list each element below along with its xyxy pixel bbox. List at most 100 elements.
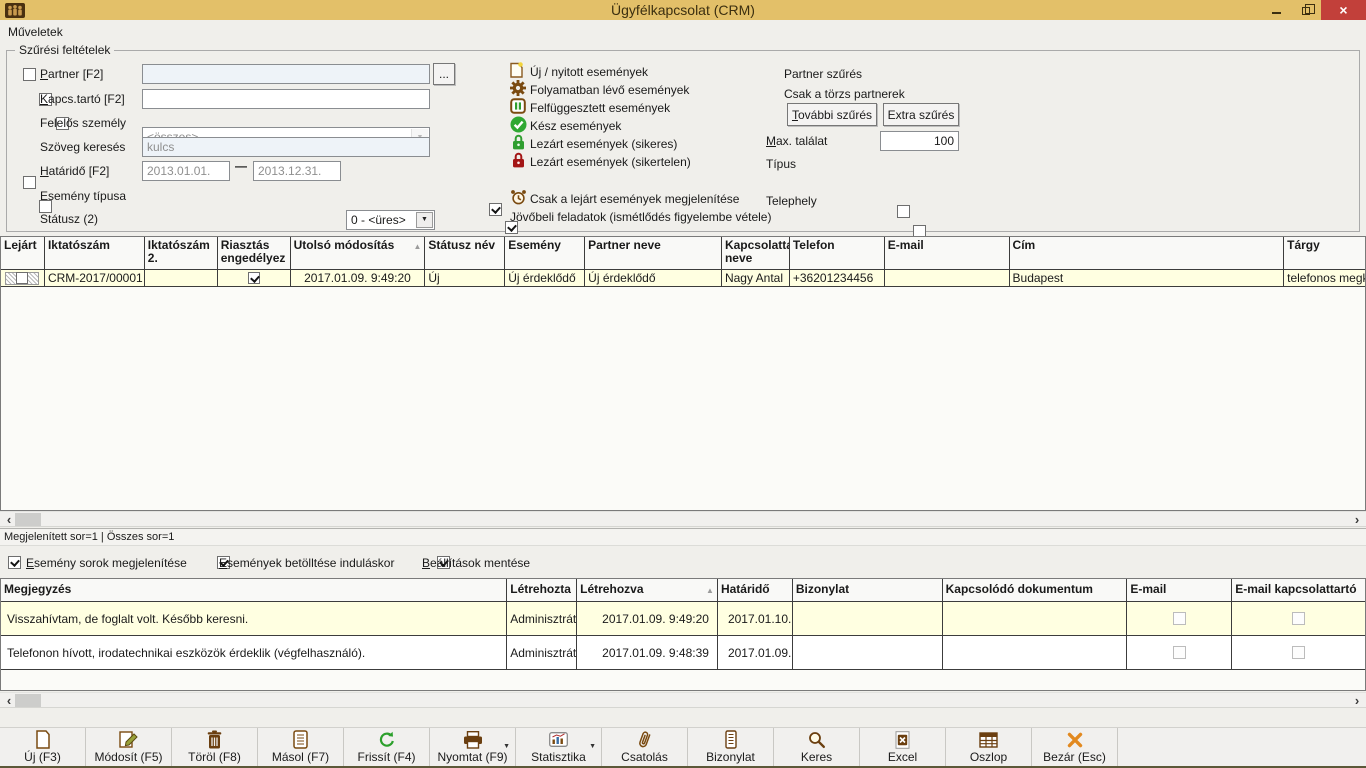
szoveg-input[interactable]: kulcs [142, 137, 430, 157]
row-selector-cell[interactable] [1, 270, 45, 286]
chevron-down-icon[interactable]: ▼ [503, 743, 510, 750]
hatarido-range-dropdown[interactable]: 0 - <üres>▼ [346, 210, 435, 230]
telephely-label: Telephely [766, 194, 817, 208]
col-iktatoszam[interactable]: Iktatószám [45, 237, 145, 269]
cell-letrehozva: 2017.01.09. 9:48:39 [577, 636, 718, 669]
new-page-icon [510, 62, 523, 78]
felelos-label: Felelős személy [40, 116, 126, 130]
email-felelosnek-checkbox[interactable] [1173, 646, 1186, 659]
chevron-down-icon[interactable]: ▼ [589, 743, 596, 750]
partner-input[interactable] [142, 64, 430, 84]
partner-szures-label: Partner szűrés [784, 67, 862, 81]
excel-button[interactable]: Excel [860, 728, 946, 766]
kapcstarto-label: Kapcs.tartó [F2] [40, 92, 125, 106]
col-email[interactable]: E-mail [885, 237, 1010, 269]
excel-icon [894, 730, 911, 749]
cell-email [885, 270, 1010, 286]
close-button[interactable]: × [1321, 0, 1366, 20]
col-hatarido[interactable]: Határidő [718, 579, 793, 601]
scroll-left-icon[interactable]: ‹ [2, 693, 16, 708]
col-kapcsolodo-dokumentum[interactable]: Kapcsolódó dokumentum [943, 579, 1128, 601]
table-grid-icon [979, 730, 998, 749]
col-telefon[interactable]: Telefon [790, 237, 885, 269]
edit-button[interactable]: Módosít (F5) [86, 728, 172, 766]
col-riasztas[interactable]: Riasztás engedélyez [218, 237, 291, 269]
note-row[interactable]: Telefonon hívott, irodatechnikai eszközö… [1, 636, 1365, 670]
szoveg-label: Szöveg keresés [40, 140, 125, 154]
filter-groupbox: Szűrési feltételek Partner [F2] ... Kapc… [6, 50, 1360, 232]
col-letrehozva[interactable]: Létrehozva▲ [577, 579, 718, 601]
col-megjegyzes[interactable]: Megjegyzés [1, 579, 507, 601]
scroll-left-icon[interactable]: ‹ [2, 512, 16, 527]
close-esc-button[interactable]: Bezár (Esc) [1032, 728, 1118, 766]
attach-button[interactable]: Csatolás [602, 728, 688, 766]
max-talalat-input[interactable]: 100 [880, 131, 959, 151]
extra-szures-button[interactable]: Extra szűrés [883, 103, 959, 126]
col-cim[interactable]: Cím [1010, 237, 1285, 269]
notes-grid-hscrollbar[interactable]: ‹ › [0, 692, 1366, 708]
col-partner-neve[interactable]: Partner neve [585, 237, 722, 269]
col-lejart[interactable]: Lejárt [1, 237, 45, 269]
event-row[interactable]: CRM-2017/00001 2017.01.09. 9:49:20 Új Új… [1, 270, 1365, 287]
riasztas-checkbox[interactable] [248, 272, 260, 284]
lezart-sikeres-label: Lezárt események (sikeres) [530, 137, 677, 151]
tovabbi-szures-button[interactable]: További szűrés [787, 103, 877, 126]
refresh-button[interactable]: Frissít (F4) [344, 728, 430, 766]
menu-muveletek[interactable]: Műveletek [0, 23, 71, 41]
uj-esemenyek-checkbox[interactable] [489, 203, 502, 216]
voucher-button[interactable]: Bizonylat [688, 728, 774, 766]
scrollbar-thumb[interactable] [15, 513, 41, 526]
copy-button[interactable]: Másol (F7) [258, 728, 344, 766]
options-row: Esemény sorok megjelenítése Események be… [0, 550, 1366, 574]
row-selector-hatch [5, 272, 39, 285]
col-utolso-modositas[interactable]: Utolsó módosítás▲ [291, 237, 426, 269]
col-kapcsolattarto-neve[interactable]: Kapcsolatta neve [722, 237, 790, 269]
cell-statusz-nev: Új [425, 270, 505, 286]
search-button[interactable]: Keres [774, 728, 860, 766]
columns-button[interactable]: Oszlop [946, 728, 1032, 766]
col-esemeny[interactable]: Esemény [505, 237, 585, 269]
new-button[interactable]: Új (F3) [0, 728, 86, 766]
edit-doc-icon [119, 730, 139, 749]
print-button[interactable]: Nyomtat (F9) ▼ [430, 728, 516, 766]
kapcstarto-input[interactable] [142, 89, 430, 109]
events-grid-hscrollbar[interactable]: ‹ › [0, 511, 1366, 527]
col-letrehozta[interactable]: Létrehozta [507, 579, 577, 601]
note-row[interactable]: Visszahívtam, de foglalt volt. Később ke… [1, 602, 1365, 636]
col-email-felelosnek[interactable]: E-mail felelősnek [1127, 579, 1232, 601]
cell-bizonylat [793, 602, 943, 635]
cell-utolso-modositas: 2017.01.09. 9:49:20 [291, 270, 426, 286]
statistics-button[interactable]: Statisztika ▼ [516, 728, 602, 766]
col-email-kapcsolattarto[interactable]: E-mail kapcsolattartó [1232, 579, 1365, 601]
statusz-label: Státusz (2) [40, 212, 98, 226]
minimize-button[interactable] [1261, 0, 1291, 20]
esemeny-sorok-checkbox[interactable] [8, 556, 21, 569]
email-felelosnek-checkbox[interactable] [1173, 612, 1186, 625]
torzs-partnerek-label: Csak a törzs partnerek [784, 87, 905, 101]
delete-button[interactable]: Töröl (F8) [172, 728, 258, 766]
col-bizonylat[interactable]: Bizonylat [793, 579, 943, 601]
tipus-label: Típus [766, 157, 796, 171]
restore-button[interactable] [1291, 0, 1321, 20]
hatarido-to-input[interactable]: 2013.12.31. [253, 161, 341, 181]
jovobeli-label: Jövőbeli feladatok (ismétlődés figyelemb… [510, 210, 771, 224]
notes-grid-header: Megjegyzés Létrehozta Létrehozva▲ Határi… [1, 579, 1365, 602]
scroll-right-icon[interactable]: › [1350, 512, 1364, 527]
scrollbar-thumb[interactable] [15, 694, 41, 707]
col-targy[interactable]: Tárgy [1284, 237, 1365, 269]
cell-megjegyzes: Visszahívtam, de foglalt volt. Később ke… [1, 602, 507, 635]
lejart-checkbox[interactable] [16, 272, 28, 284]
cell-letrehozta: Adminisztrátor [507, 636, 577, 669]
email-kapcsolattarto-checkbox[interactable] [1292, 646, 1305, 659]
col-statusz-nev[interactable]: Státusz név [425, 237, 505, 269]
scroll-right-icon[interactable]: › [1350, 693, 1364, 708]
partner-browse-button[interactable]: ... [433, 63, 455, 85]
cell-targy: telefonos megk [1284, 270, 1365, 286]
col-iktatoszam2[interactable]: Iktatószám 2. [145, 237, 218, 269]
szoveg-filter-checkbox[interactable] [23, 176, 36, 189]
partner-filter-checkbox[interactable] [23, 68, 36, 81]
partner-szures-checkbox[interactable] [897, 205, 910, 218]
hatarido-from-input[interactable]: 2013.01.01. [142, 161, 230, 181]
email-kapcsolattarto-checkbox[interactable] [1292, 612, 1305, 625]
hatarido-label: Határidő [F2] [40, 164, 109, 178]
